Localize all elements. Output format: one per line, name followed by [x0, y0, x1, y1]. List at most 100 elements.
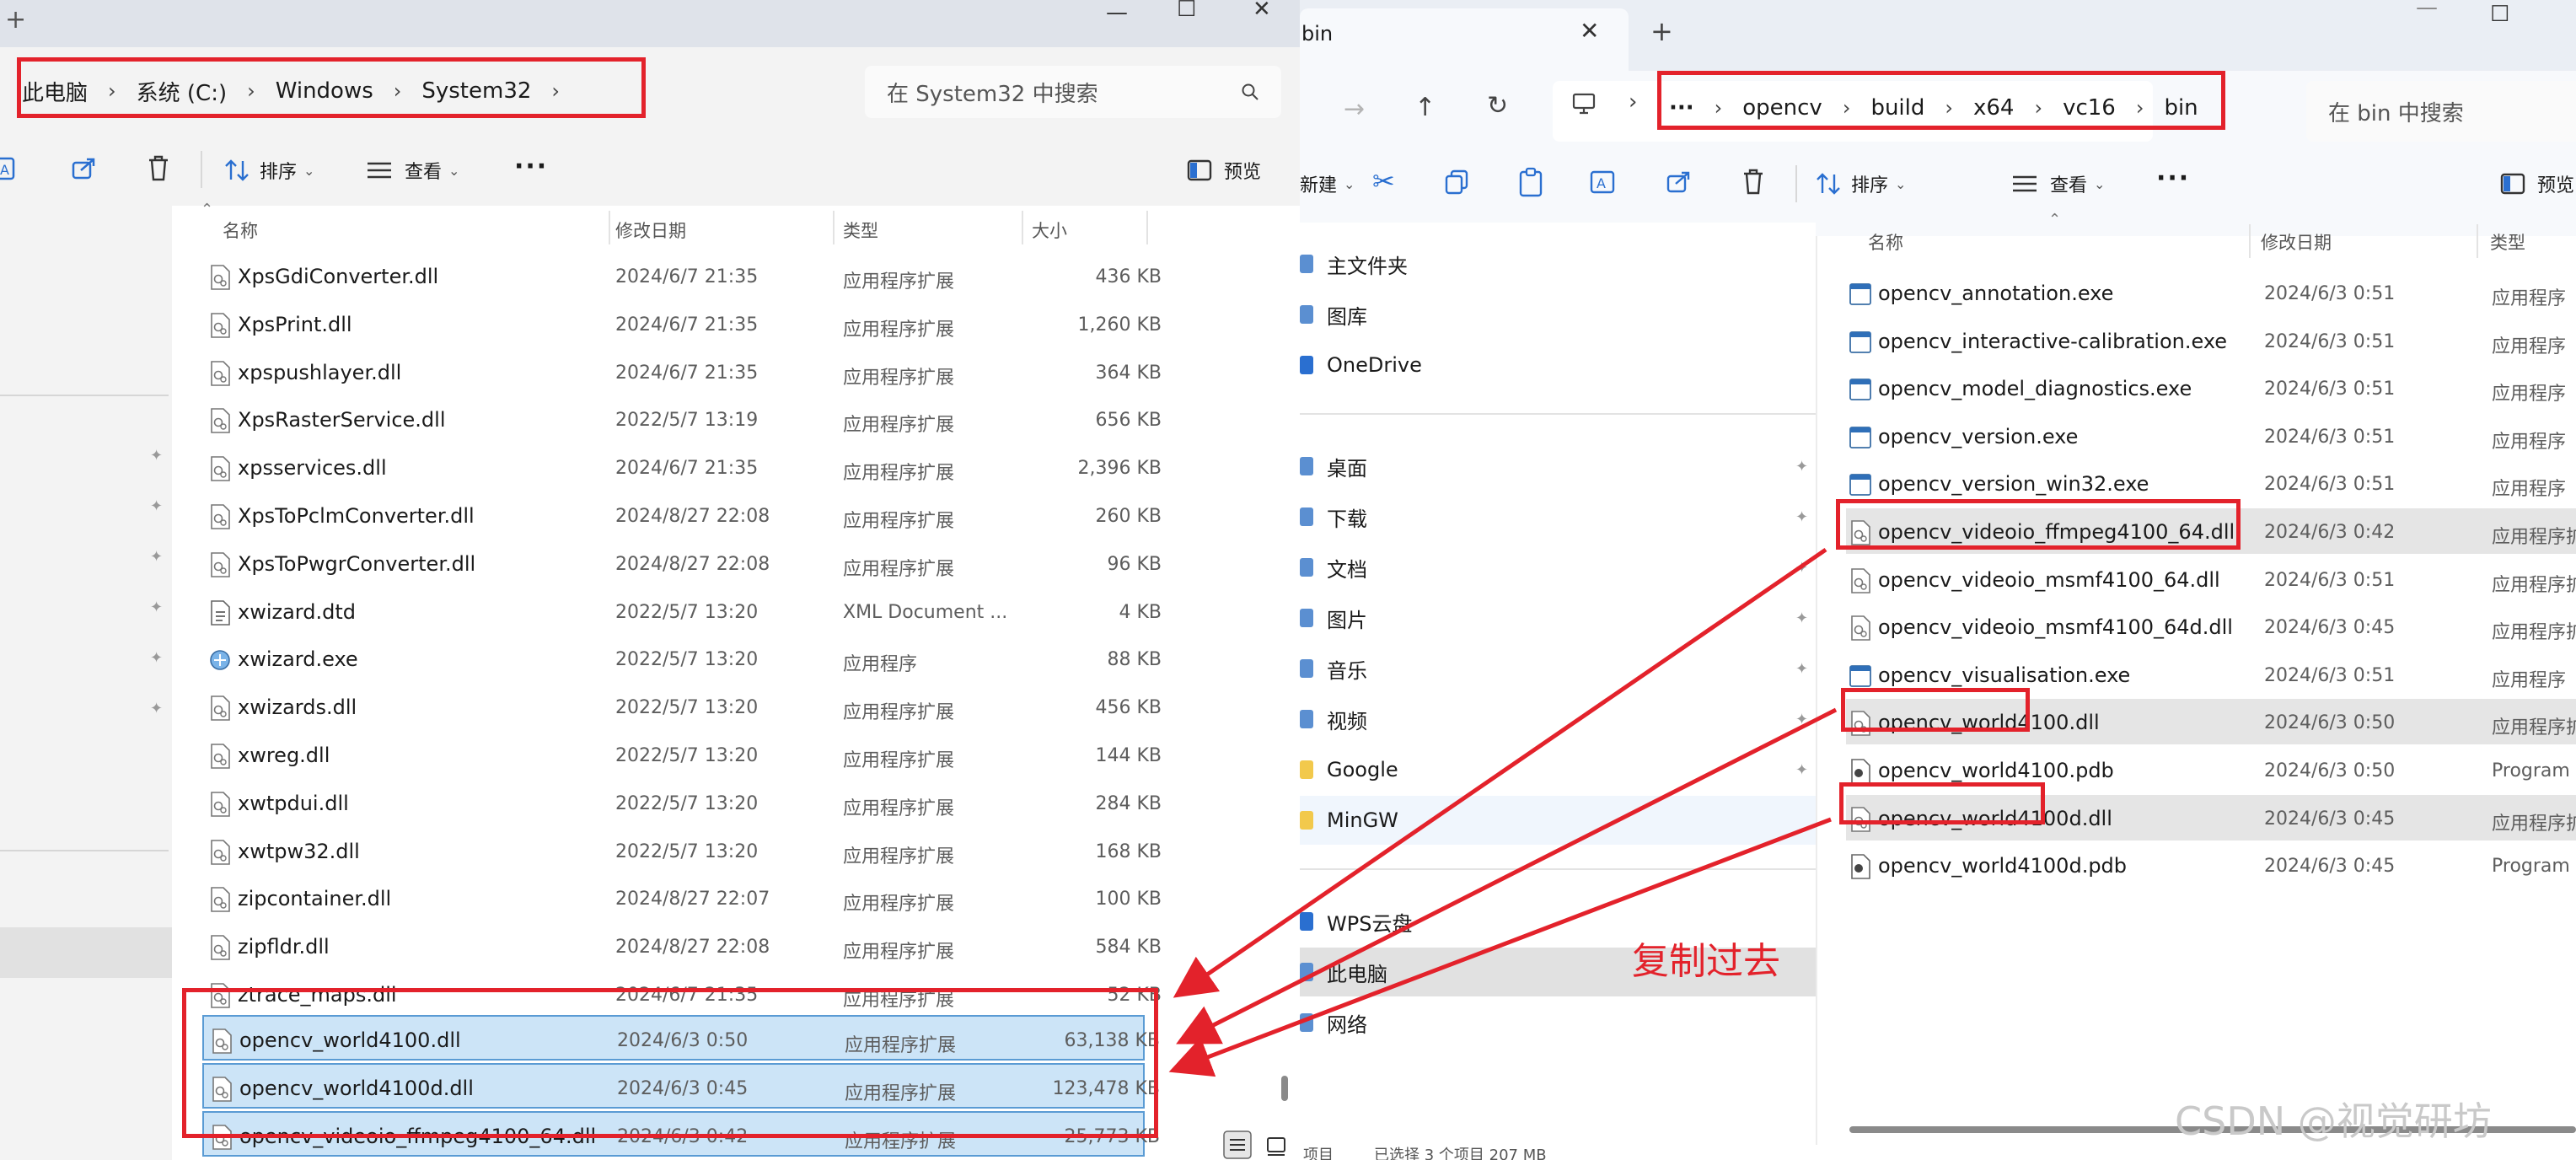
chevron-right-icon[interactable]: ›: [1945, 96, 1953, 120]
table-row[interactable]: opencv_world4100d.pdb 2024/6/3 0:45 Progra…: [1846, 842, 2576, 888]
pin-icon[interactable]: ✦: [150, 497, 165, 516]
pin-icon[interactable]: ✦: [150, 649, 165, 668]
pin-icon[interactable]: ✦: [1795, 559, 1808, 577]
nav-item-folder[interactable]: Google ✦: [1300, 745, 1816, 794]
table-row[interactable]: opencv_videoio_msmf4100_64d.dll 2024/6/3 …: [1846, 604, 2576, 649]
table-row[interactable]: xwizard.exe 2022/5/7 13:20 应用程序 88 KB: [202, 636, 1162, 681]
table-row[interactable]: XpsRasterService.dll 2022/5/7 13:19 应用程序扩展…: [202, 396, 1162, 442]
new-button[interactable]: 新建 ⌄: [1300, 170, 1355, 197]
table-row[interactable]: opencv_world4100d.dll 2024/6/3 0:45 应用程序扩展…: [202, 1063, 1160, 1109]
delete-icon[interactable]: [1740, 167, 1767, 196]
table-row[interactable]: opencv_interactive-calibration.exe 2024/6…: [1846, 318, 2576, 363]
delete-icon[interactable]: [145, 153, 172, 182]
more-options-button[interactable]: ···: [2156, 164, 2190, 193]
nav-item-music[interactable]: 音乐 ✦: [1300, 644, 1816, 693]
pin-icon[interactable]: ✦: [150, 447, 165, 465]
table-row[interactable]: xwizard.dtd 2022/5/7 13:20 XML Document ..…: [202, 588, 1162, 634]
nav-item-pictures[interactable]: 图片 ✦: [1300, 593, 1816, 642]
close-icon[interactable]: ✕: [1253, 0, 1271, 22]
table-row[interactable]: opencv_world4100.dll 2024/6/3 0:50 应用程序扩: [1846, 699, 2576, 745]
table-row[interactable]: opencv_world4100.dll 2024/6/3 0:50 应用程序扩展 6…: [202, 1015, 1160, 1061]
chevron-right-icon[interactable]: ›: [247, 79, 255, 103]
tiles-view-icon[interactable]: [1264, 1135, 1288, 1158]
pin-icon[interactable]: ✦: [1795, 610, 1808, 627]
pin-icon[interactable]: ✦: [150, 599, 165, 617]
pin-icon[interactable]: ✦: [150, 548, 165, 567]
table-row[interactable]: ztrace_maps.dll 2024/6/7 21:35 应用程序扩展 52 KB: [202, 971, 1162, 1017]
new-tab-icon[interactable]: +: [5, 5, 26, 35]
column-header-type[interactable]: 类型: [843, 218, 878, 243]
sort-button[interactable]: 排序 ⌄: [224, 157, 314, 184]
table-row[interactable]: xpspushlayer.dll 2024/6/7 21:35 应用程序扩展 364 …: [202, 349, 1162, 395]
view-button[interactable]: 查看 ⌄: [2011, 170, 2105, 197]
up-arrow-icon[interactable]: ↑: [1414, 93, 1436, 122]
pin-icon[interactable]: ✦: [1795, 458, 1808, 475]
forward-arrow-icon[interactable]: →: [1344, 94, 1365, 124]
table-row[interactable]: XpsGdiConverter.dll 2024/6/7 21:35 应用程序扩展 4…: [202, 253, 1162, 298]
table-row[interactable]: opencv_model_diagnostics.exe 2024/6/3 0:5…: [1846, 365, 2576, 411]
nav-item-gallery[interactable]: 图库: [1300, 290, 1816, 339]
rename-icon[interactable]: A: [0, 155, 20, 182]
table-row[interactable]: opencv_visualisation.exe 2024/6/3 0:51 应用程…: [1846, 652, 2576, 697]
details-view-icon[interactable]: [1222, 1130, 1253, 1160]
chevron-right-icon[interactable]: ›: [2034, 96, 2042, 120]
chevron-right-icon[interactable]: ›: [1843, 96, 1851, 120]
column-header-modified[interactable]: 修改日期: [615, 218, 686, 243]
column-separator[interactable]: [1022, 211, 1023, 244]
pin-icon[interactable]: ✦: [1795, 508, 1808, 526]
table-row[interactable]: xwizards.dll 2022/5/7 13:20 应用程序扩展 456 KB: [202, 684, 1162, 729]
left-breadcrumb[interactable]: 此电脑 › 系统 (C:) › Windows › System32 ›: [22, 72, 580, 110]
breadcrumb-item[interactable]: x64: [1973, 95, 2014, 121]
table-row[interactable]: opencv_world4100.pdb 2024/6/3 0:50 Program…: [1846, 747, 2576, 792]
nav-item-home[interactable]: 主文件夹: [1300, 239, 1816, 288]
column-separator[interactable]: [609, 211, 610, 244]
pin-icon[interactable]: ✦: [1795, 660, 1808, 678]
nav-item-desktop[interactable]: 桌面 ✦: [1300, 442, 1816, 491]
right-breadcrumb[interactable]: ··· › opencv › build › x64 › vc16 › bin: [1669, 89, 2198, 126]
pin-icon[interactable]: ✦: [1795, 711, 1808, 728]
column-separator[interactable]: [2249, 224, 2251, 258]
chevron-right-icon[interactable]: ›: [1715, 96, 1723, 120]
nav-item-download[interactable]: 下载 ✦: [1300, 492, 1816, 541]
refresh-icon[interactable]: ↻: [1487, 91, 1508, 121]
minimize-icon[interactable]: —: [1106, 0, 1128, 25]
tab-bin[interactable]: bin ✕: [1300, 8, 1629, 71]
pin-icon[interactable]: ✦: [150, 700, 165, 718]
column-separator[interactable]: [1146, 211, 1148, 244]
chevron-right-icon[interactable]: ›: [2136, 96, 2144, 120]
table-row[interactable]: opencv_videoio_msmf4100_64.dll 2024/6/3 0…: [1846, 556, 2576, 602]
table-row[interactable]: opencv_version_win32.exe 2024/6/3 0:51 应用程…: [1846, 460, 2576, 506]
table-row[interactable]: xwreg.dll 2022/5/7 13:20 应用程序扩展 144 KB: [202, 732, 1162, 777]
breadcrumb-item[interactable]: Windows: [276, 78, 373, 104]
column-header-name[interactable]: 名称: [223, 218, 258, 243]
sort-button[interactable]: 排序 ⌄: [1816, 170, 1906, 197]
pane-splitter[interactable]: [1816, 236, 1817, 1160]
nav-item-onedrive[interactable]: OneDrive: [1300, 341, 1816, 389]
table-row[interactable]: XpsToPwgrConverter.dll 2024/8/27 22:08 应用程…: [202, 540, 1162, 586]
breadcrumb-overflow[interactable]: ···: [1669, 95, 1694, 121]
nav-item-document[interactable]: 文档 ✦: [1300, 543, 1816, 592]
nav-item-network[interactable]: 网络: [1300, 998, 1816, 1047]
maximize-icon[interactable]: ☐: [2490, 2, 2509, 27]
nav-item-folder[interactable]: MinGW: [1300, 796, 1816, 845]
nav-item-video[interactable]: 视频 ✦: [1300, 695, 1816, 744]
table-row[interactable]: xpsservices.dll 2024/6/7 21:35 应用程序扩展 2,396…: [202, 444, 1162, 490]
more-options-button[interactable]: ···: [514, 152, 548, 181]
share-icon[interactable]: [1666, 169, 1693, 196]
breadcrumb-item[interactable]: bin: [2164, 95, 2198, 121]
table-row[interactable]: opencv_annotation.exe 2024/6/3 0:51 应用程序: [1846, 270, 2576, 315]
preview-pane-button[interactable]: 预览: [1187, 157, 1261, 184]
table-row[interactable]: opencv_videoio_ffmpeg4100_64.dll 2024/6/3…: [1846, 508, 2576, 554]
table-row[interactable]: opencv_world4100d.dll 2024/6/3 0:45 应用程序扩: [1846, 794, 2576, 840]
breadcrumb-item[interactable]: 系统 (C:): [137, 76, 227, 107]
breadcrumb-item[interactable]: vc16: [2063, 95, 2116, 121]
chevron-right-icon[interactable]: ›: [551, 79, 560, 103]
nav-selected-item[interactable]: [0, 927, 172, 978]
minimize-icon[interactable]: —: [2416, 0, 2438, 20]
table-row[interactable]: opencv_videoio_ffmpeg4100_64.dll 2024/6/3…: [202, 1111, 1160, 1157]
column-header-size[interactable]: 大小: [1032, 218, 1067, 243]
column-separator[interactable]: [2477, 224, 2478, 258]
copy-icon[interactable]: [1443, 169, 1470, 196]
view-button[interactable]: 查看 ⌄: [366, 157, 459, 184]
right-search-input[interactable]: 在 bin 中搜索: [2306, 81, 2576, 142]
